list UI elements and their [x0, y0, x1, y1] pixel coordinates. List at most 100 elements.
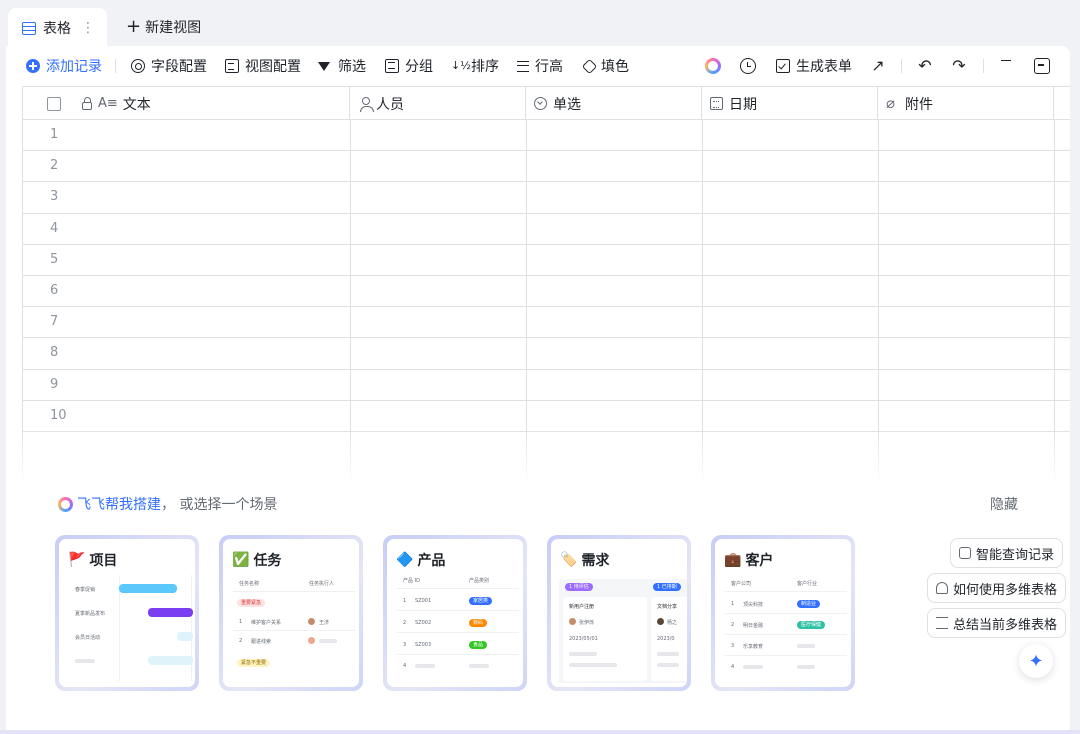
- mini-divider: [725, 613, 847, 614]
- placeholder-bar: [743, 665, 763, 669]
- placeholder-bar: [657, 652, 679, 656]
- redo-icon[interactable]: ↷: [949, 56, 969, 76]
- group-icon: [385, 59, 399, 73]
- field-config-button[interactable]: 字段配置: [131, 56, 207, 76]
- column-label: 人员: [376, 96, 404, 113]
- view-settings-icon: [225, 59, 239, 73]
- toolbar-divider: [983, 59, 984, 73]
- tag-icon: 🏷️: [560, 552, 578, 568]
- filter-icon: [318, 61, 330, 71]
- select-all-checkbox[interactable]: [47, 97, 61, 111]
- sort-icon: ↓½: [451, 59, 471, 72]
- group-button[interactable]: 分组: [385, 56, 433, 76]
- column-header-date[interactable]: 日期: [702, 87, 878, 120]
- new-view-button[interactable]: + 新建视图: [126, 17, 201, 37]
- summarize-table-button[interactable]: 总结当前多维表格: [927, 608, 1067, 638]
- check-mark-icon: ✅: [232, 552, 250, 568]
- mini-cell: SZ003: [415, 642, 432, 648]
- avatar: [308, 637, 315, 644]
- table-row[interactable]: 2: [22, 151, 1070, 183]
- filter-label: 筛选: [338, 59, 366, 75]
- table-row[interactable]: 7: [22, 307, 1070, 339]
- avatar: [657, 618, 664, 625]
- plus-circle-icon: [26, 59, 40, 73]
- table-row[interactable]: 5: [22, 245, 1070, 276]
- smart-query-button[interactable]: 智能查询记录: [950, 538, 1064, 568]
- scenario-card-requirement[interactable]: 🏷️ 需求 1 待评估 1 已排期 新用户注册 文档分享 张伊烁 杨之 2023/…: [547, 535, 691, 691]
- mini-column-header: 产品 ID: [403, 578, 420, 584]
- fill-color-button[interactable]: 填色: [581, 56, 629, 76]
- column-header-attachment[interactable]: ⌀ 附件: [878, 87, 1054, 120]
- table-row[interactable]: 3: [22, 182, 1070, 214]
- placeholder-bar: [415, 664, 435, 668]
- field-config-label: 字段配置: [151, 59, 207, 75]
- scenario-card-project[interactable]: 🚩 项目 春季促销 夏季新品发布 会员日活动: [55, 535, 199, 691]
- lock-icon: [82, 96, 92, 110]
- table-row[interactable]: 8: [22, 338, 1070, 370]
- generate-form-label: 生成表单: [796, 59, 852, 75]
- gantt-divider: [191, 575, 192, 681]
- view-config-label: 视图配置: [245, 59, 301, 75]
- sort-label: 排序: [471, 59, 499, 75]
- paint-bucket-icon: [581, 58, 598, 74]
- mini-row-number: 2: [731, 622, 735, 628]
- table-row[interactable]: 1: [22, 120, 1070, 152]
- how-to-use-label: 如何使用多维表格: [953, 582, 1058, 598]
- briefcase-icon: 💼: [724, 552, 742, 568]
- scenario-card-customer[interactable]: 💼 客户 客户公司 客户行业 1 顶尖科技 制造业 2 明日金融 医疗保健 3 乐…: [711, 535, 855, 691]
- share-icon[interactable]: ↗: [868, 56, 888, 76]
- more-vertical-icon[interactable]: ⋮: [81, 20, 95, 36]
- sort-button[interactable]: ↓½ 排序: [451, 56, 499, 76]
- summary-lines-icon: [936, 617, 948, 629]
- table-row[interactable]: 9: [22, 370, 1070, 401]
- mini-row-number: 4: [731, 664, 735, 670]
- project-item: 会员日活动: [75, 635, 101, 641]
- row-number: 2: [50, 158, 59, 174]
- column-label: 日期: [729, 96, 757, 113]
- mini-row-number: 2: [403, 620, 407, 626]
- card-title: 需求: [581, 553, 610, 569]
- scenario-prompt-text: ， 或选择一个场景: [161, 497, 278, 513]
- table-row[interactable]: 4: [22, 214, 1070, 245]
- row-height-button[interactable]: 行高: [517, 56, 563, 76]
- ai-sparkle-button[interactable]: ✦: [1019, 644, 1053, 678]
- bottom-strip: [0, 730, 1080, 734]
- card-title: 项目: [89, 553, 118, 569]
- table-row[interactable]: 6: [22, 276, 1070, 308]
- search-records-icon[interactable]: [1001, 60, 1011, 70]
- add-record-button[interactable]: 添加记录: [26, 56, 102, 76]
- priority-badge: 紧急不重要: [237, 659, 271, 667]
- view-config-button[interactable]: 视图配置: [225, 56, 301, 76]
- generate-form-button[interactable]: 生成表单: [776, 56, 852, 76]
- mini-divider: [397, 588, 519, 589]
- automation-clock-icon[interactable]: [740, 58, 756, 74]
- undo-icon[interactable]: ↶: [915, 56, 935, 76]
- category-tag: 食品: [469, 641, 488, 649]
- gantt-bar: [119, 584, 177, 593]
- column-label: 文本: [122, 96, 151, 113]
- column-header-single-select[interactable]: 单选: [526, 87, 702, 120]
- tab-label: 表格: [43, 21, 71, 37]
- row-number: 10: [50, 407, 67, 423]
- column-header-person[interactable]: 人员: [350, 87, 526, 120]
- how-to-use-button[interactable]: 如何使用多维表格: [927, 573, 1067, 603]
- column-divider: [350, 120, 351, 478]
- comment-icon[interactable]: [1034, 58, 1050, 74]
- column-header-text[interactable]: A≡ 文本: [22, 87, 350, 120]
- flag-icon: 🚩: [68, 552, 86, 568]
- hide-scenarios-button[interactable]: 隐藏: [990, 494, 1018, 514]
- mini-divider: [397, 654, 519, 655]
- column-divider: [702, 120, 703, 478]
- ai-assistant-icon[interactable]: [705, 58, 721, 74]
- scenario-card-product[interactable]: 🔷 产品 产品 ID 产品类别 1 SZ001 家居类 2 SZ002 数码 3 …: [383, 535, 527, 691]
- filter-button[interactable]: 筛选: [318, 56, 366, 76]
- kanban-card-title: 新用户注册: [569, 604, 595, 610]
- table-view-panel: 添加记录 字段配置 视图配置 筛选 分组 ↓½ 排序 行高 填色 生成表单 ↗ …: [6, 46, 1070, 734]
- ai-build-link[interactable]: 飞飞帮我搭建: [77, 494, 161, 514]
- fill-color-label: 填色: [601, 59, 629, 75]
- plus-icon: +: [126, 16, 142, 37]
- scenario-card-task[interactable]: ✅ 任务 任务名称 任务执行人 重要紧急 1 维护客户关系 王济 2 跟进线索 紧…: [219, 535, 363, 691]
- tab-table-view[interactable]: 表格 ⋮: [8, 8, 107, 48]
- row-height-label: 行高: [535, 59, 563, 75]
- column-label: 单选: [553, 96, 581, 113]
